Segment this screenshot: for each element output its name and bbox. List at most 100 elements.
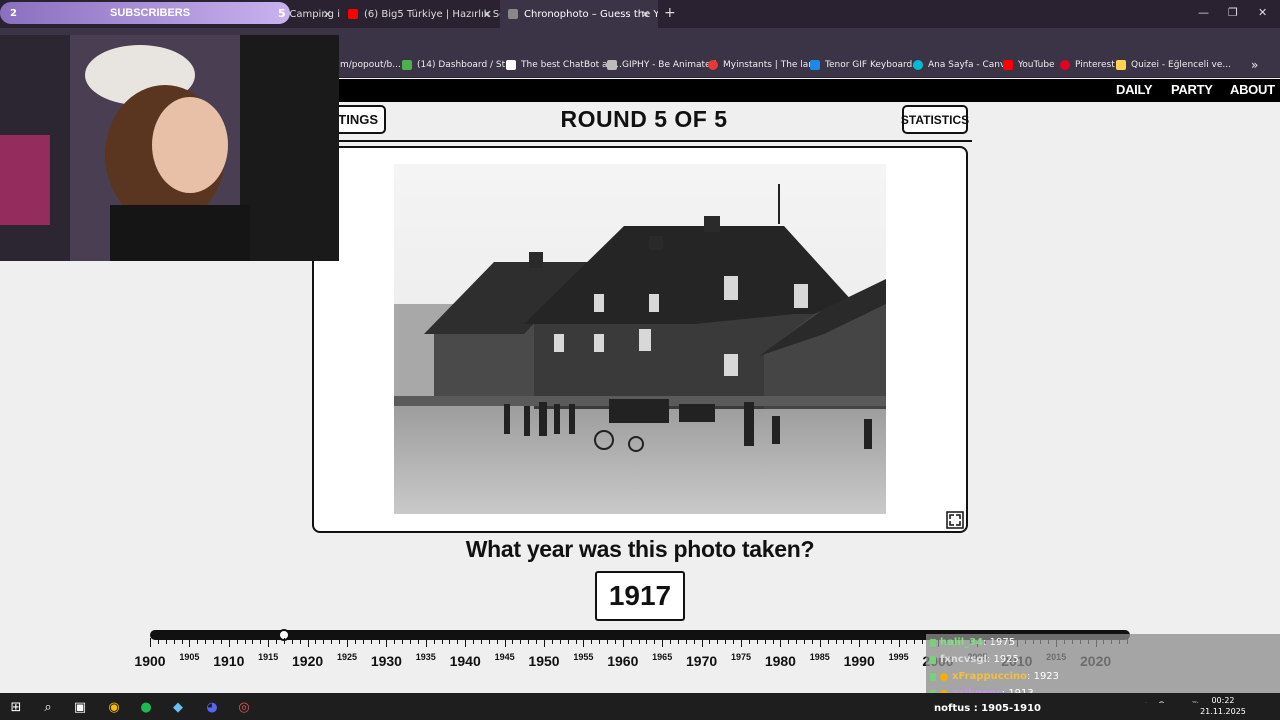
historic-photo[interactable] <box>394 164 886 514</box>
tab-chronophoto[interactable]: Chronophoto – Guess the Year ✕ <box>500 0 658 28</box>
webcam-overlay <box>0 35 339 261</box>
timeline-tick <box>394 638 396 644</box>
nav-party[interactable]: PARTY <box>1171 82 1213 97</box>
chrome-icon[interactable]: ◉ <box>104 697 124 717</box>
timeline-tick <box>362 638 364 644</box>
close-tab-icon[interactable]: ✕ <box>323 8 332 21</box>
close-tab-icon[interactable]: ✕ <box>641 8 650 21</box>
chat-text: : 1923 <box>1027 671 1060 682</box>
timeline-tick <box>386 638 388 647</box>
timeline-tick <box>417 638 419 644</box>
new-tab-button[interactable]: + <box>664 5 676 21</box>
timeline-label-1905: 1905 <box>179 652 200 662</box>
bookmark-dashboard[interactable]: (14) Dashboard / Str... <box>402 60 517 70</box>
bookmark-youtube[interactable]: YouTube <box>1003 60 1055 70</box>
fullscreen-icon[interactable] <box>946 511 964 529</box>
timeline-tick <box>599 638 601 644</box>
timeline-label-1965: 1965 <box>652 652 673 662</box>
bookmark-tenor[interactable]: Tenor GIF Keyboard... <box>810 60 921 70</box>
timeline-label-1930: 1930 <box>370 653 402 669</box>
bookmark-icon <box>607 60 617 70</box>
timeline-tick <box>347 638 348 647</box>
timeline-tick <box>307 638 309 647</box>
close-tab-icon[interactable]: ✕ <box>483 8 492 21</box>
timeline-tick <box>244 638 246 644</box>
timeline-tick <box>788 638 790 644</box>
chat-message: fxncvsgl : 1925 <box>926 651 1280 668</box>
header-divider <box>312 140 972 142</box>
bookmark-canva[interactable]: Ana Sayfa - Canva <box>913 60 1011 70</box>
question-heading: What year was this photo taken? <box>465 536 815 562</box>
bookmark-icon <box>1116 60 1126 70</box>
bookmark-label: Myinstants | The lar... <box>723 60 820 70</box>
spotify-icon[interactable]: ● <box>136 697 156 717</box>
chat-text: : 1925 <box>986 654 1019 665</box>
minimize-button[interactable]: — <box>1198 6 1209 19</box>
subscriber-label: SUBSCRIBERS <box>110 7 191 19</box>
timeline-tick <box>559 638 561 644</box>
bookmark-label: (14) Dashboard / Str... <box>417 60 517 70</box>
timeline-label-1995: 1995 <box>888 652 909 662</box>
timeline-tick <box>323 638 325 644</box>
timeline-tick <box>922 638 924 644</box>
camera-icon <box>508 9 518 19</box>
bookmark-popout[interactable]: m/popout/b... <box>340 60 401 70</box>
stream-chat-overlay: halil_34 : 1975 fxncvsgl : 1925 xFrappuc… <box>926 634 1280 702</box>
bookmarks-more-button[interactable]: » <box>1251 58 1258 72</box>
timeline-tick <box>851 638 853 644</box>
nav-about[interactable]: ABOUT <box>1230 82 1275 97</box>
timeline-tick <box>733 638 735 644</box>
timeline-label-1945: 1945 <box>494 652 515 662</box>
close-window-button[interactable]: ✕ <box>1258 6 1267 19</box>
search-icon[interactable]: ⌕ <box>38 697 58 717</box>
timeline-label-1980: 1980 <box>764 653 796 669</box>
chat-username: halil_34 <box>940 637 984 648</box>
timeline-label-1920: 1920 <box>292 653 324 669</box>
timeline-tick <box>410 638 412 644</box>
system-clock[interactable]: 00:22 21.11.2025 <box>1198 695 1248 717</box>
start-icon[interactable]: ⊞ <box>6 697 26 717</box>
sub-badge-icon <box>930 655 936 664</box>
timeline-tick <box>299 638 301 644</box>
timeline-tick <box>772 638 774 644</box>
bookmark-icon <box>810 60 820 70</box>
steam-icon[interactable]: ◆ <box>168 697 188 717</box>
obs-icon[interactable]: ◎ <box>234 697 254 717</box>
timeline-tick <box>551 638 553 644</box>
timeline-tick <box>780 638 782 647</box>
timeline-tick <box>914 638 916 644</box>
clock-date: 21.11.2025 <box>1200 707 1246 716</box>
timeline-tick <box>197 638 199 644</box>
bookmark-myinstants[interactable]: Myinstants | The lar... <box>708 60 820 70</box>
sub-badge-icon <box>930 638 936 647</box>
youtube-icon <box>348 9 358 19</box>
timeline-label-1940: 1940 <box>449 653 481 669</box>
tab-label: Chronophoto – Guess the Year <box>524 8 658 20</box>
statistics-button[interactable]: STATISTICS <box>901 105 969 134</box>
chat-username: noftus <box>934 703 971 714</box>
tab-big5[interactable]: (6) Big5 Türkiye | Hazırlık Sezon ✕ <box>340 0 500 28</box>
timeline-tick <box>725 638 727 644</box>
timeline-tick <box>150 638 151 647</box>
timeline-tick <box>441 638 443 644</box>
clock-time: 00:22 <box>1211 696 1235 705</box>
bookmark-icon <box>913 60 923 70</box>
discord-icon[interactable]: ◕ <box>202 697 222 717</box>
bookmark-quizei[interactable]: Quizei - Eğlenceli ve... <box>1116 60 1231 70</box>
task-view-icon[interactable]: ▣ <box>70 697 90 717</box>
bookmark-giphy[interactable]: GIPHY - Be Animated <box>607 60 716 70</box>
timeline-tick <box>213 638 215 644</box>
screen: (6) Rainy Vanlife Camping in Re ✕ (6) Bi… <box>0 0 1280 720</box>
round-indicator: ROUND 5 OF 5 <box>560 106 728 132</box>
timeline-tick <box>512 638 514 644</box>
bookmark-label: Tenor GIF Keyboard... <box>825 60 921 70</box>
nav-daily[interactable]: DAILY <box>1116 82 1153 97</box>
timeline-tick <box>630 638 632 644</box>
timeline-tick <box>189 638 191 647</box>
bookmark-chatbot[interactable]: The best ChatBot an... <box>506 60 622 70</box>
timeline-tick <box>638 638 640 644</box>
timeline-tick <box>268 638 270 647</box>
timeline-tick <box>157 638 159 644</box>
maximize-button[interactable]: ❐ <box>1228 6 1238 19</box>
bookmark-pinterest[interactable]: Pinterest <box>1060 60 1115 70</box>
